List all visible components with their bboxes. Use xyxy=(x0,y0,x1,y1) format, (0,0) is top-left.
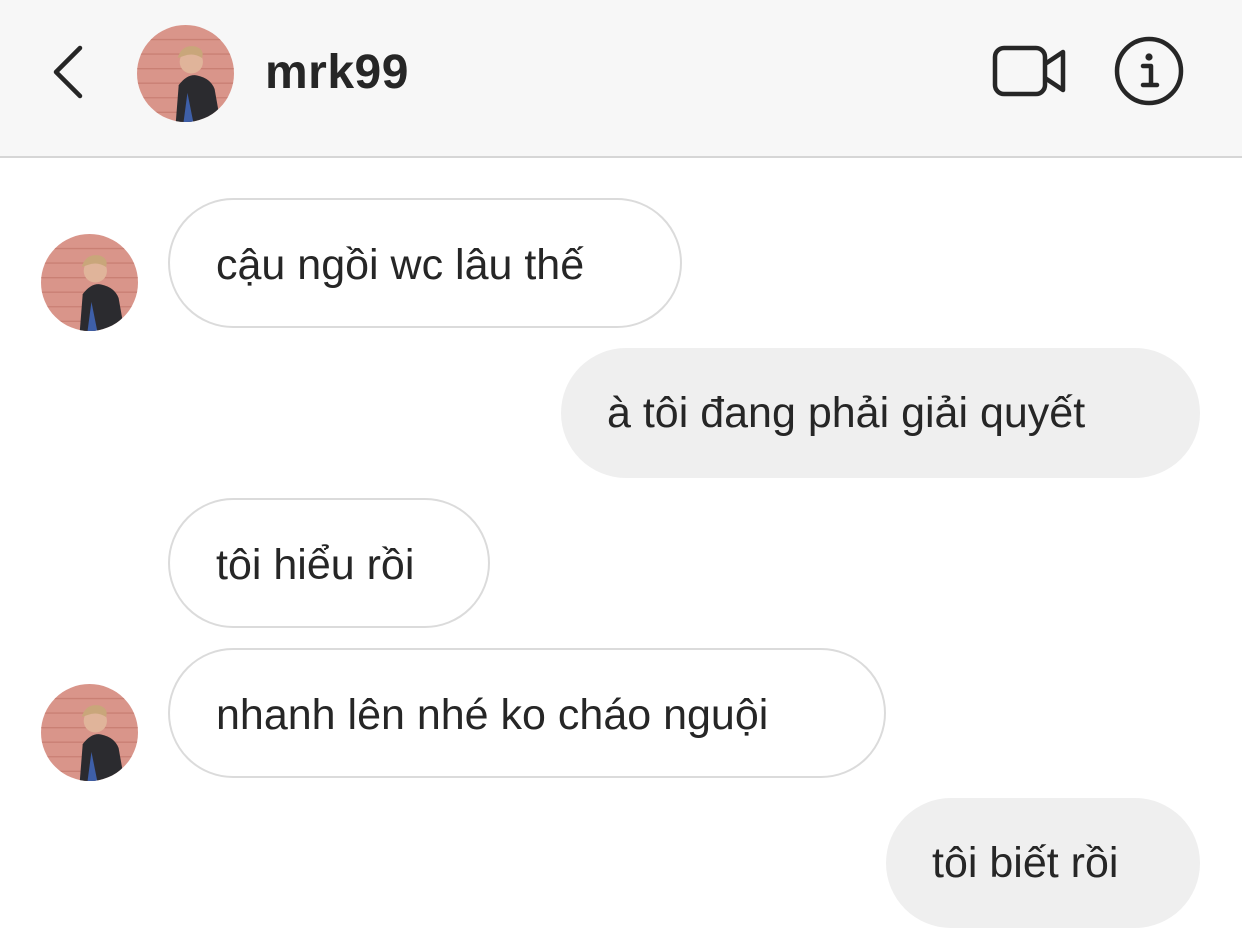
avatar[interactable] xyxy=(137,25,234,122)
video-call-button[interactable] xyxy=(990,40,1070,106)
incoming-message-bubble[interactable]: tôi hiểu rồi xyxy=(168,498,490,628)
video-camera-icon xyxy=(992,43,1068,104)
incoming-message-bubble[interactable]: cậu ngồi wc lâu thế xyxy=(168,198,682,328)
message-text: cậu ngồi wc lâu thế xyxy=(216,241,585,289)
info-icon xyxy=(1113,35,1185,112)
message-text: tôi biết rồi xyxy=(932,839,1119,887)
incoming-message-bubble[interactable]: nhanh lên nhé ko cháo nguội xyxy=(168,648,886,778)
sender-avatar[interactable] xyxy=(41,234,138,331)
chevron-left-icon xyxy=(48,42,88,107)
message-text: nhanh lên nhé ko cháo nguội xyxy=(216,691,769,739)
chat-header: mrk99 xyxy=(0,0,1242,158)
message-text: tôi hiểu rồi xyxy=(216,541,415,589)
chat-username[interactable]: mrk99 xyxy=(265,44,409,102)
outgoing-message-bubble[interactable]: tôi biết rồi xyxy=(886,798,1200,928)
sender-avatar[interactable] xyxy=(41,684,138,781)
back-button[interactable] xyxy=(40,38,96,110)
outgoing-message-bubble[interactable]: à tôi đang phải giải quyết xyxy=(561,348,1200,478)
message-text: à tôi đang phải giải quyết xyxy=(607,389,1086,437)
info-button[interactable] xyxy=(1112,36,1186,110)
